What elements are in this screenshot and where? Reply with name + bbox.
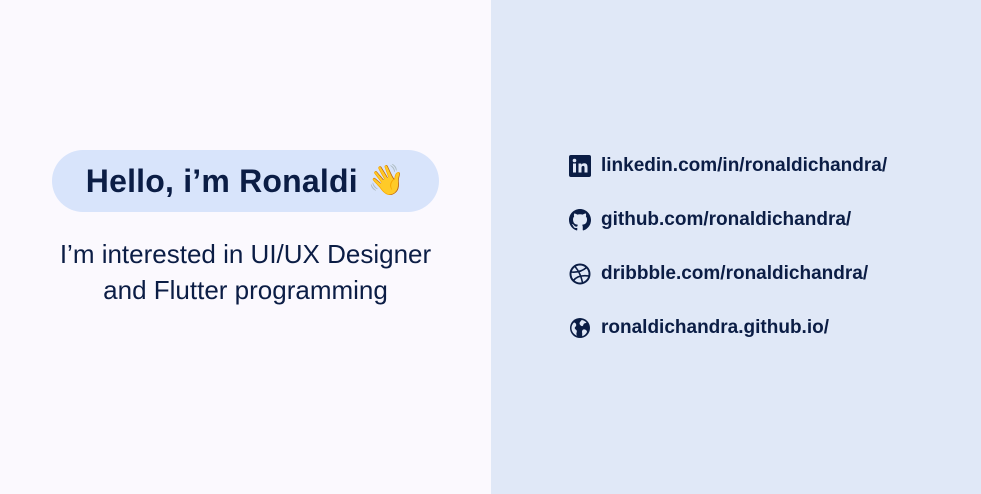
greeting-text: Hello, i’m Ronaldi (85, 162, 358, 199)
github-icon (569, 209, 591, 231)
waving-hand-icon: 👋 (367, 163, 406, 198)
profile-card: Hello, i’m Ronaldi 👋 I’m interested in U… (0, 0, 981, 494)
linkedin-icon (569, 155, 591, 177)
website-link[interactable]: ronaldichandra.github.io/ (569, 314, 887, 342)
greeting-pill: Hello, i’m Ronaldi 👋 (52, 150, 439, 212)
bio-text: I’m interested in UI/UX Designer and Flu… (59, 239, 432, 305)
globe-icon (569, 317, 591, 339)
dribbble-link-label: dribbble.com/ronaldichandra/ (601, 263, 869, 284)
linkedin-link[interactable]: linkedin.com/in/ronaldichandra/ (569, 152, 887, 180)
github-link[interactable]: github.com/ronaldichandra/ (569, 206, 887, 234)
dribbble-link[interactable]: dribbble.com/ronaldichandra/ (569, 260, 887, 288)
github-link-label: github.com/ronaldichandra/ (601, 209, 852, 230)
linkedin-link-label: linkedin.com/in/ronaldichandra/ (601, 155, 888, 176)
website-link-label: ronaldichandra.github.io/ (601, 317, 829, 338)
dribbble-icon (569, 263, 591, 285)
intro-panel: Hello, i’m Ronaldi 👋 I’m interested in U… (0, 0, 491, 494)
social-links-list: linkedin.com/in/ronaldichandra/ github.c… (569, 152, 887, 368)
